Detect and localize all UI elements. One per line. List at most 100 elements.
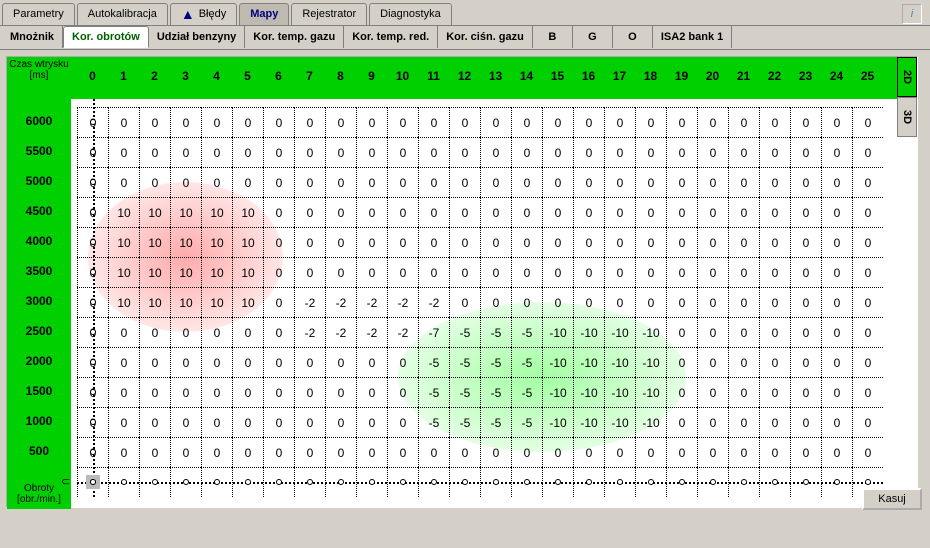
grid-cell[interactable]: 0	[139, 317, 170, 347]
top-tab-parametry[interactable]: Parametry	[2, 3, 75, 25]
grid-cell[interactable]: 0	[697, 347, 728, 377]
grid-cell[interactable]: -2	[387, 287, 418, 317]
grid-cell[interactable]: 0	[697, 197, 728, 227]
grid-cell[interactable]: 0	[263, 407, 294, 437]
grid-cell[interactable]: 0	[573, 197, 604, 227]
grid-cell[interactable]: 0	[635, 167, 666, 197]
grid-cell[interactable]: 0	[325, 377, 356, 407]
grid-cell[interactable]: 0	[325, 437, 356, 467]
grid-cell[interactable]: -10	[573, 377, 604, 407]
grid-cell[interactable]: 0	[728, 437, 759, 467]
grid-cell[interactable]: 0	[759, 227, 790, 257]
grid-cell[interactable]: 0	[821, 197, 852, 227]
grid-cell[interactable]: 0	[697, 107, 728, 137]
grid-cell[interactable]: 0	[635, 437, 666, 467]
grid-cell[interactable]: 0	[201, 377, 232, 407]
grid-cell[interactable]: 0	[108, 347, 139, 377]
grid-cell[interactable]: -7	[418, 317, 449, 347]
grid-cell[interactable]: 0	[294, 227, 325, 257]
top-tab-diagnostyka[interactable]: Diagnostyka	[369, 3, 452, 25]
grid-cell[interactable]: 0	[542, 227, 573, 257]
grid-cell[interactable]: 0	[294, 377, 325, 407]
grid-cell[interactable]: 0	[573, 227, 604, 257]
grid-cell[interactable]: -5	[511, 347, 542, 377]
grid-cell[interactable]: 10	[232, 287, 263, 317]
grid-cell[interactable]: 0	[511, 167, 542, 197]
grid-cell[interactable]: 0	[232, 347, 263, 377]
grid-cell[interactable]: 0	[449, 137, 480, 167]
grid-cell[interactable]: 0	[449, 227, 480, 257]
grid-cell[interactable]: -5	[511, 377, 542, 407]
grid-cell[interactable]: 0	[170, 347, 201, 377]
grid-cell[interactable]: 0	[294, 347, 325, 377]
grid-cell[interactable]: 0	[852, 257, 883, 287]
grid-cell[interactable]: 0	[790, 137, 821, 167]
grid-cell[interactable]: 0	[604, 167, 635, 197]
grid-cell[interactable]: 0	[728, 107, 759, 137]
grid-cell[interactable]: 0	[790, 317, 821, 347]
grid-cell[interactable]: -5	[418, 347, 449, 377]
grid-cell[interactable]: 0	[604, 437, 635, 467]
grid-cell[interactable]: -5	[449, 407, 480, 437]
grid-cell[interactable]: 0	[480, 227, 511, 257]
grid-cell[interactable]: 0	[790, 167, 821, 197]
grid-cell[interactable]: -10	[542, 347, 573, 377]
grid-cell[interactable]: 0	[852, 167, 883, 197]
grid-cell[interactable]: 0	[294, 137, 325, 167]
grid-cell[interactable]: 0	[697, 167, 728, 197]
grid-cell[interactable]: 0	[852, 407, 883, 437]
grid-cell[interactable]: 10	[232, 227, 263, 257]
grid-cell[interactable]: 0	[852, 287, 883, 317]
grid-cell[interactable]: 0	[139, 407, 170, 437]
grid-cell[interactable]: -5	[480, 347, 511, 377]
grid-cell[interactable]: 0	[728, 287, 759, 317]
grid-cell[interactable]: 0	[790, 227, 821, 257]
grid-cell[interactable]: 0	[635, 257, 666, 287]
grid-cell[interactable]: 0	[511, 137, 542, 167]
grid-cell[interactable]: 0	[263, 167, 294, 197]
grid-cell[interactable]: -10	[635, 317, 666, 347]
grid-cell[interactable]: 0	[418, 167, 449, 197]
grid-cell[interactable]: 0	[666, 137, 697, 167]
grid-cell[interactable]: 0	[294, 407, 325, 437]
grid-cell[interactable]: 0	[232, 167, 263, 197]
grid-cell[interactable]: -10	[635, 407, 666, 437]
info-button[interactable]: i	[902, 4, 922, 24]
grid-cell[interactable]: 10	[201, 287, 232, 317]
top-tab-mapy[interactable]: Mapy	[239, 3, 289, 25]
grid-cell[interactable]: 0	[480, 287, 511, 317]
grid-cell[interactable]: -5	[449, 317, 480, 347]
grid-cell[interactable]: 0	[573, 257, 604, 287]
grid-cell[interactable]: 0	[759, 347, 790, 377]
grid-cell[interactable]: 0	[821, 107, 852, 137]
grid-cell[interactable]: 0	[697, 407, 728, 437]
grid-cell[interactable]: 0	[542, 197, 573, 227]
grid-cell[interactable]: 0	[108, 107, 139, 137]
grid-cell[interactable]: 0	[139, 347, 170, 377]
grid-cell[interactable]: -10	[604, 317, 635, 347]
grid-cell[interactable]: 0	[387, 257, 418, 287]
grid-cell[interactable]: 0	[356, 167, 387, 197]
sub-tab-udzial-benzyny[interactable]: Udział benzyny	[149, 26, 245, 48]
grid-cell[interactable]: -2	[294, 317, 325, 347]
grid-cell[interactable]: 0	[480, 137, 511, 167]
grid-cell[interactable]: 0	[573, 137, 604, 167]
grid-cell[interactable]: 0	[201, 167, 232, 197]
grid-cell[interactable]: 0	[666, 317, 697, 347]
grid-cell[interactable]: 0	[759, 437, 790, 467]
grid-cell[interactable]: 0	[790, 197, 821, 227]
grid-cell[interactable]: 0	[790, 347, 821, 377]
grid-cell[interactable]: 0	[666, 197, 697, 227]
grid-cell[interactable]: 10	[139, 227, 170, 257]
grid-cell[interactable]: 0	[604, 227, 635, 257]
grid-cell[interactable]: -2	[325, 317, 356, 347]
grid-cell[interactable]: 0	[573, 287, 604, 317]
grid-cell[interactable]: 0	[201, 437, 232, 467]
grid-cell[interactable]: 0	[635, 227, 666, 257]
view-3d-tab[interactable]: 3D	[897, 97, 917, 137]
grid-cell[interactable]: 0	[697, 377, 728, 407]
grid-cell[interactable]: 10	[232, 257, 263, 287]
grid-cell[interactable]: 0	[418, 197, 449, 227]
grid-cell[interactable]: 0	[294, 257, 325, 287]
grid-cell[interactable]: 0	[418, 137, 449, 167]
